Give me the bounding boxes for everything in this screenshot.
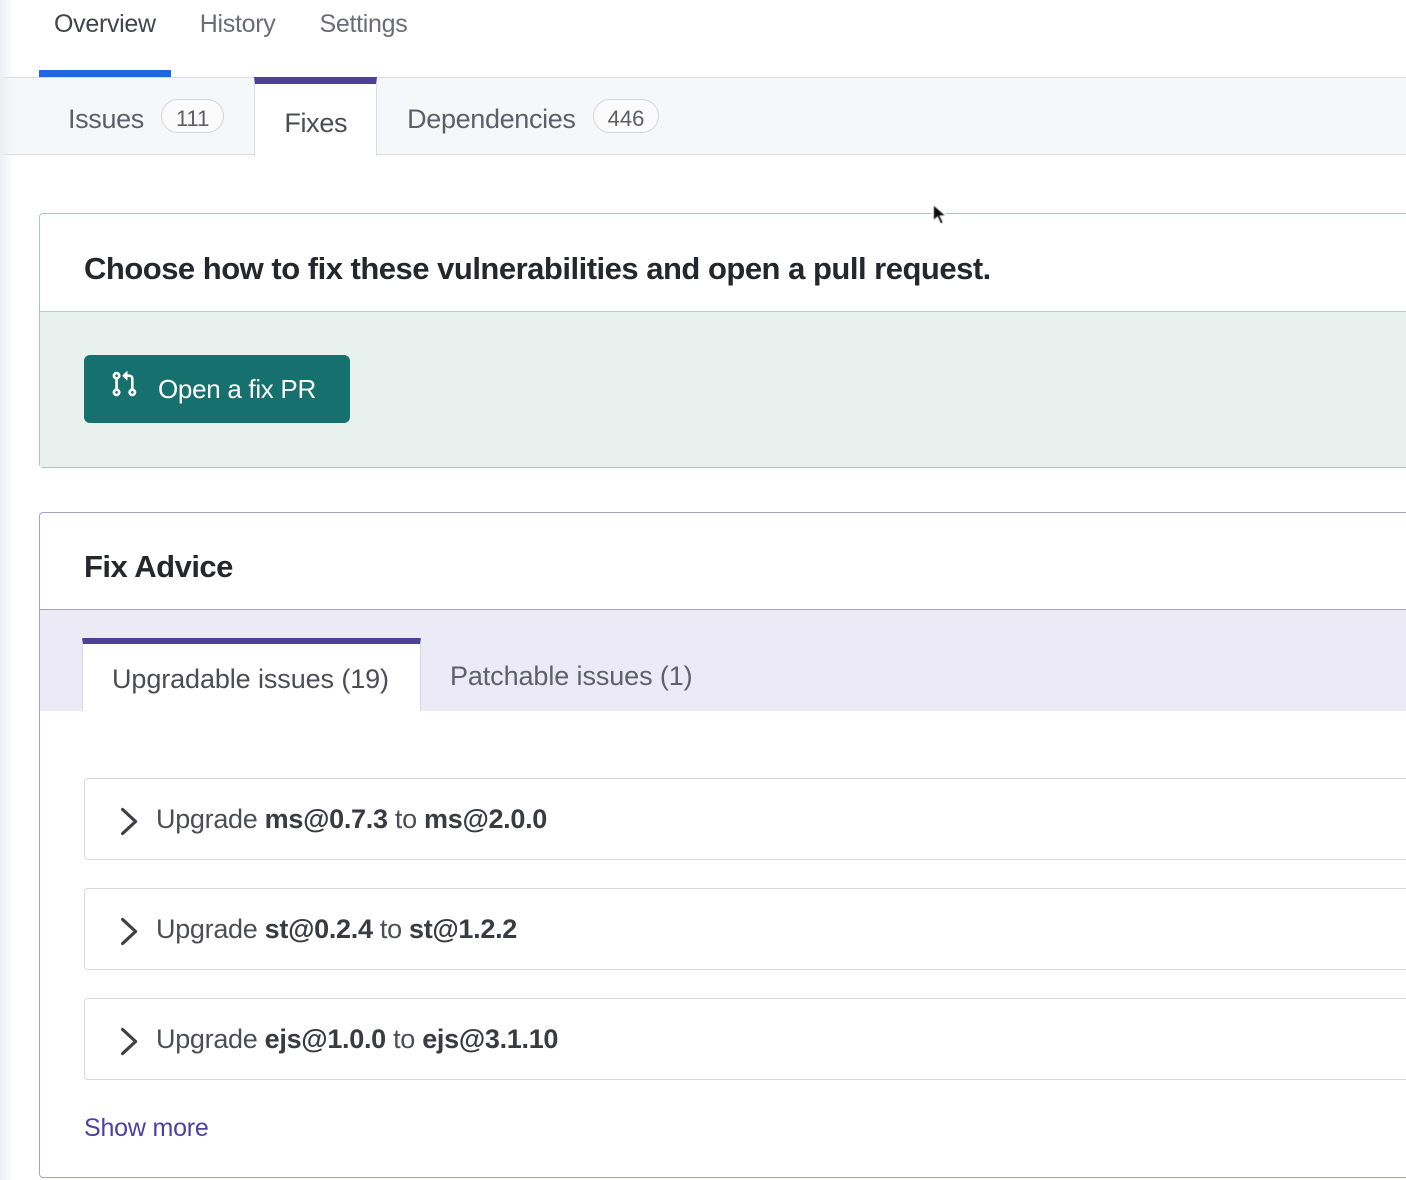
nav-item-label: Settings — [319, 10, 407, 39]
upgrade-row-text: Upgrade ejs@1.0.0 to ejs@3.1.10 — [156, 1024, 558, 1055]
row-text-segment: Upgrade — [156, 1024, 265, 1054]
open-fix-pr-button[interactable]: Open a fix PR — [84, 355, 350, 423]
show-more-link[interactable]: Show more — [84, 1114, 209, 1143]
tab-dependencies[interactable]: Dependencies 446 — [377, 78, 689, 154]
top-nav: Overview History Settings — [0, 0, 1406, 77]
package-version: ms@2.0.0 — [424, 804, 547, 834]
fix-prompt-title: Choose how to fix these vulnerabilities … — [84, 251, 991, 287]
tab-label: Dependencies — [407, 104, 575, 135]
package-version: ejs@3.1.10 — [422, 1024, 558, 1054]
fix-advice-header: Fix Advice — [40, 513, 1406, 609]
tab-label: Patchable issues (1) — [450, 661, 693, 692]
row-text-segment: to — [386, 1024, 422, 1054]
tab-patchable-issues[interactable]: Patchable issues (1) — [421, 638, 722, 711]
fix-prompt-card-header: Choose how to fix these vulnerabilities … — [40, 214, 1406, 311]
tab-bar: Issues 111 Fixes Dependencies 446 — [0, 77, 1406, 155]
upgrade-row-st[interactable]: Upgrade st@0.2.4 to st@1.2.2 — [84, 888, 1406, 970]
upgrade-row-text: Upgrade ms@0.7.3 to ms@2.0.0 — [156, 804, 547, 835]
chevron-right-icon — [121, 1027, 140, 1056]
upgrade-row-text: Upgrade st@0.2.4 to st@1.2.2 — [156, 914, 517, 945]
row-text-segment: Upgrade — [156, 914, 265, 944]
nav-item-history[interactable]: History — [185, 0, 291, 77]
tab-upgradable-issues[interactable]: Upgradable issues (19) — [82, 638, 421, 711]
row-text-segment: to — [388, 804, 424, 834]
row-text-segment: to — [373, 914, 409, 944]
tab-label: Fixes — [284, 108, 347, 139]
package-version: st@1.2.2 — [409, 914, 517, 944]
tab-label: Issues — [68, 104, 144, 135]
chevron-right-icon — [121, 917, 140, 946]
upgrade-row-ejs[interactable]: Upgrade ejs@1.0.0 to ejs@3.1.10 — [84, 998, 1406, 1080]
issues-count-badge: 111 — [161, 99, 224, 133]
upgrade-row-ms[interactable]: Upgrade ms@0.7.3 to ms@2.0.0 — [84, 778, 1406, 860]
git-pull-request-icon — [110, 370, 138, 398]
package-version: ms@0.7.3 — [265, 804, 388, 834]
nav-item-label: Overview — [54, 10, 156, 39]
fix-prompt-cta-section: Open a fix PR — [40, 311, 1406, 467]
tab-fixes[interactable]: Fixes — [254, 77, 377, 156]
dependencies-count-badge: 446 — [593, 99, 660, 133]
fix-advice-tabstrip: Upgradable issues (19) Patchable issues … — [40, 609, 1406, 711]
main-content: Choose how to fix these vulnerabilities … — [0, 213, 1406, 1178]
package-version: ejs@1.0.0 — [265, 1024, 386, 1054]
chevron-right-icon — [121, 807, 140, 836]
tab-issues[interactable]: Issues 111 — [38, 78, 254, 154]
nav-item-settings[interactable]: Settings — [304, 0, 422, 77]
package-version: st@0.2.4 — [265, 914, 373, 944]
fix-advice-card: Fix Advice Upgradable issues (19) Patcha… — [39, 512, 1406, 1178]
nav-item-label: History — [200, 10, 276, 39]
fix-advice-title: Fix Advice — [84, 549, 233, 585]
tab-label: Upgradable issues (19) — [112, 664, 389, 695]
row-text-segment: Upgrade — [156, 804, 265, 834]
open-fix-pr-label: Open a fix PR — [158, 374, 316, 405]
nav-item-overview[interactable]: Overview — [39, 0, 171, 77]
fix-prompt-card: Choose how to fix these vulnerabilities … — [39, 213, 1406, 468]
upgradable-issues-panel: Upgrade ms@0.7.3 to ms@2.0.0 Upgrade st@… — [40, 711, 1406, 1177]
